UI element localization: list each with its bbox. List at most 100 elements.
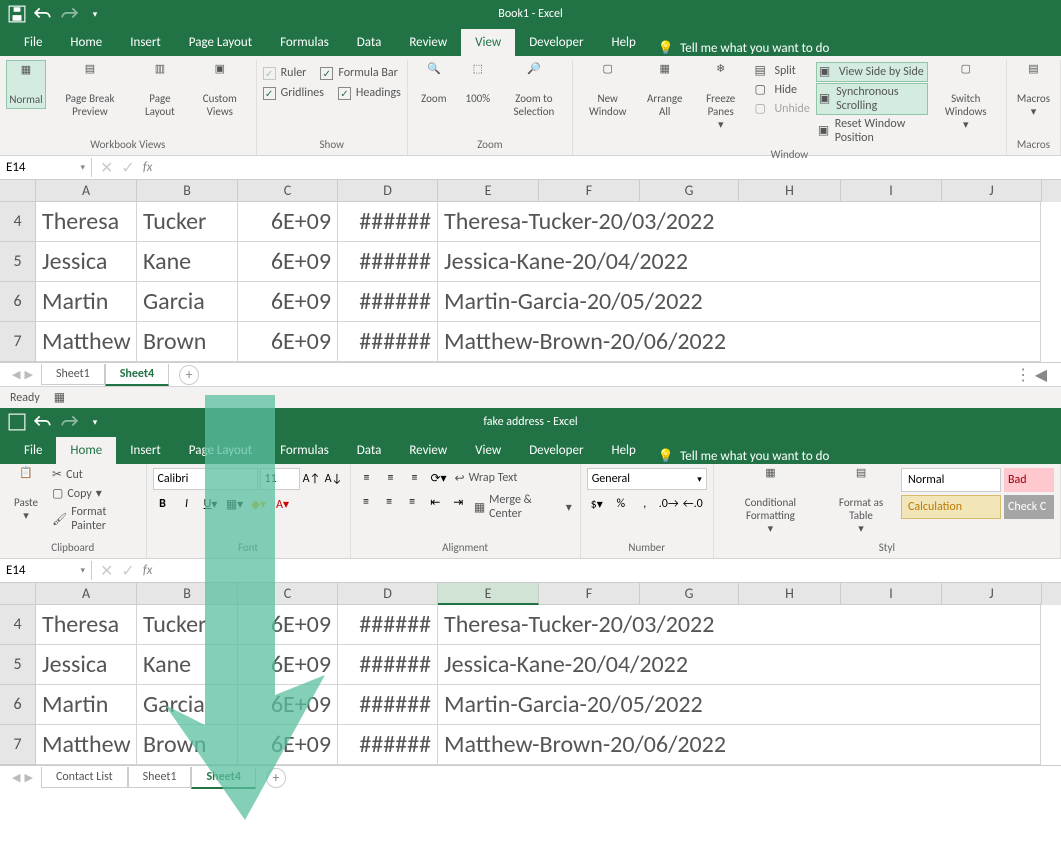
macro-record-icon[interactable]: ▦: [54, 390, 65, 405]
align-middle-icon[interactable]: ≡: [381, 468, 401, 488]
bold-button[interactable]: B: [153, 494, 173, 514]
sheet-nav-next-icon[interactable]: ▶: [24, 771, 32, 784]
col-header-B[interactable]: B: [137, 180, 238, 202]
cell[interactable]: [941, 202, 1041, 242]
col-header-A[interactable]: A: [36, 583, 137, 605]
align-center-icon[interactable]: ≡: [380, 492, 399, 512]
col-header-H[interactable]: H: [739, 583, 841, 605]
cell[interactable]: Matthew-Brown-20/06/2022: [438, 322, 941, 362]
cell[interactable]: ######: [338, 645, 438, 685]
row-header[interactable]: 6: [0, 685, 36, 725]
headings-checkbox[interactable]: ✓Headings: [338, 84, 401, 102]
cancel-icon[interactable]: ✕: [100, 561, 113, 581]
ruler-checkbox[interactable]: ✓Ruler: [263, 64, 307, 82]
paste-button[interactable]: 📋Paste▾: [6, 464, 46, 524]
freeze-panes-button[interactable]: ❄Freeze Panes▾: [693, 60, 749, 133]
increase-indent-icon[interactable]: ⇥: [449, 492, 468, 512]
reset-position-button[interactable]: ▣Reset Window Position: [816, 116, 928, 146]
sheet-tab-sheet1-2[interactable]: Sheet1: [128, 767, 192, 788]
align-left-icon[interactable]: ≡: [357, 492, 376, 512]
cell[interactable]: Theresa-Tucker-20/03/2022: [438, 202, 941, 242]
col-header-G[interactable]: G: [640, 180, 739, 202]
cell[interactable]: Kane: [137, 242, 238, 282]
conditional-formatting-button[interactable]: ▦Conditional Formatting▾: [720, 464, 821, 537]
switch-windows-button[interactable]: ▢Switch Windows▾: [932, 60, 1000, 133]
col-header-F[interactable]: F: [539, 180, 640, 202]
cell[interactable]: ######: [338, 605, 438, 645]
wrap-text-button[interactable]: ↩Wrap Text: [453, 468, 520, 488]
cell[interactable]: Theresa: [36, 605, 137, 645]
cell[interactable]: 6E+09: [238, 605, 338, 645]
cell[interactable]: [941, 725, 1041, 765]
sheet-tab-sheet4[interactable]: Sheet4: [105, 364, 169, 386]
decrease-font-icon[interactable]: A↓: [324, 469, 344, 489]
tab-home-2[interactable]: Home: [56, 437, 116, 464]
cell[interactable]: [941, 645, 1041, 685]
cell-style-normal[interactable]: Normal: [901, 468, 1001, 492]
cell[interactable]: ######: [338, 322, 438, 362]
cell[interactable]: [941, 282, 1041, 322]
col-header-F[interactable]: F: [539, 583, 640, 605]
cell[interactable]: 6E+09: [238, 685, 338, 725]
tab-data-2[interactable]: Data: [343, 437, 396, 464]
qat-dropdown-icon[interactable]: ▾: [86, 5, 104, 23]
undo-icon[interactable]: [34, 5, 52, 23]
sheet-nav-prev-icon[interactable]: ◀: [12, 368, 20, 381]
cell[interactable]: Jessica: [36, 242, 137, 282]
increase-decimal-icon[interactable]: .0→: [659, 494, 679, 514]
cell[interactable]: Jessica: [36, 645, 137, 685]
cell[interactable]: 6E+09: [238, 322, 338, 362]
zoom-100-button[interactable]: ⬚100%: [458, 60, 498, 107]
align-top-icon[interactable]: ≡: [357, 468, 377, 488]
decrease-indent-icon[interactable]: ⇤: [426, 492, 445, 512]
name-box-1[interactable]: E14▾: [0, 158, 92, 177]
tab-insert[interactable]: Insert: [116, 29, 175, 56]
cell[interactable]: [941, 605, 1041, 645]
cell[interactable]: Tucker: [137, 202, 238, 242]
comma-icon[interactable]: ,: [635, 494, 655, 514]
cell[interactable]: 6E+09: [238, 202, 338, 242]
cancel-icon[interactable]: ✕: [100, 158, 113, 178]
font-name-select[interactable]: [153, 468, 258, 490]
tab-formulas[interactable]: Formulas: [266, 29, 343, 56]
font-size-select[interactable]: [260, 468, 300, 490]
format-as-table-button[interactable]: ▤Format as Table▾: [825, 464, 897, 537]
sheet-tab-sheet4-2[interactable]: Sheet4: [191, 767, 255, 789]
percent-icon[interactable]: %: [611, 494, 631, 514]
split-button[interactable]: ▤Split: [752, 62, 811, 80]
cell[interactable]: Martin: [36, 282, 137, 322]
cell[interactable]: 6E+09: [238, 282, 338, 322]
new-window-button[interactable]: ▢New Window: [579, 60, 637, 120]
cell[interactable]: ######: [338, 242, 438, 282]
redo-icon[interactable]: [60, 5, 78, 23]
cell[interactable]: Tucker: [137, 605, 238, 645]
cell[interactable]: 6E+09: [238, 242, 338, 282]
col-header-C[interactable]: C: [238, 180, 338, 202]
col-header-J[interactable]: J: [942, 180, 1042, 202]
italic-button[interactable]: I: [177, 494, 197, 514]
tab-developer-2[interactable]: Developer: [515, 437, 597, 464]
row-header[interactable]: 6: [0, 282, 36, 322]
sync-scroll-button[interactable]: ▣Synchronous Scrolling: [816, 83, 928, 115]
cell[interactable]: 6E+09: [238, 645, 338, 685]
cell[interactable]: [941, 322, 1041, 362]
tab-help[interactable]: Help: [597, 29, 649, 56]
tab-view[interactable]: View: [461, 29, 515, 56]
macros-button[interactable]: ▤Macros▾: [1013, 60, 1054, 120]
tab-view-2[interactable]: View: [461, 437, 515, 464]
tab-developer[interactable]: Developer: [515, 29, 597, 56]
fill-color-button[interactable]: ◆▾: [249, 494, 269, 514]
tab-page-layout[interactable]: Page Layout: [175, 29, 266, 56]
cell[interactable]: Theresa: [36, 202, 137, 242]
cell[interactable]: Brown: [137, 725, 238, 765]
decrease-decimal-icon[interactable]: ←.0: [683, 494, 703, 514]
tab-page-layout-2[interactable]: Page Layout: [175, 437, 266, 464]
row-header[interactable]: 4: [0, 202, 36, 242]
col-header-E[interactable]: E: [438, 180, 539, 202]
grid-1[interactable]: ABCDEFGHIJ4TheresaTucker6E+09######There…: [0, 180, 1061, 362]
cell[interactable]: Kane: [137, 645, 238, 685]
view-side-by-side-button[interactable]: ▣View Side by Side: [816, 62, 928, 82]
font-color-button[interactable]: A▾: [273, 494, 293, 514]
orientation-icon[interactable]: ⟳▾: [429, 468, 449, 488]
cell[interactable]: ######: [338, 725, 438, 765]
